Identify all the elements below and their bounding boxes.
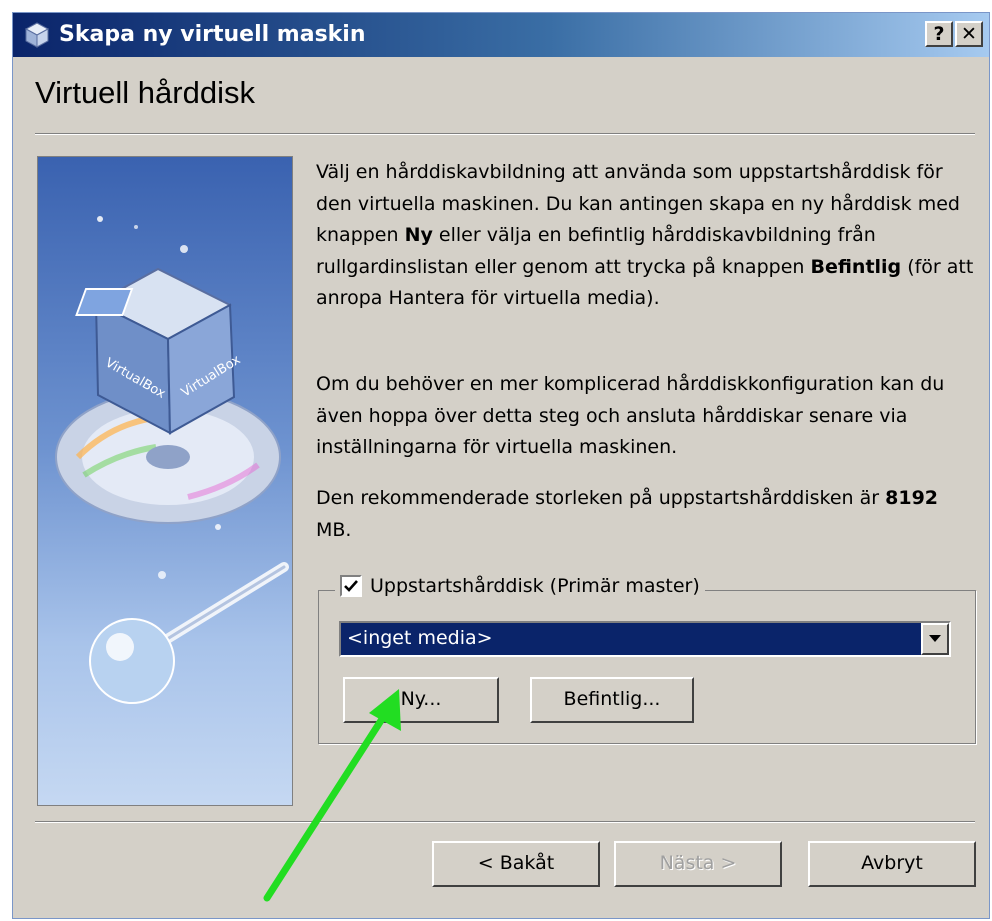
green-arrow-icon — [263, 689, 401, 902]
existing-disk-button[interactable]: Befintlig... — [530, 677, 694, 723]
window-title: Skapa ny virtuell maskin — [59, 22, 366, 47]
header-divider — [35, 133, 975, 135]
media-select-dropdown-button[interactable] — [921, 623, 949, 655]
close-button[interactable]: ✕ — [955, 21, 983, 47]
boot-disk-checkbox[interactable] — [340, 575, 362, 597]
next-button[interactable]: Nästa > — [614, 841, 782, 887]
recommended-size-text: Den rekommenderade storleken på uppstart… — [316, 487, 939, 541]
description-intro: Välj en hårddiskavbildning att använda s… — [316, 161, 974, 309]
title-bar[interactable]: Skapa ny virtuell maskin ? ✕ — [13, 13, 989, 57]
checkmark-icon — [344, 580, 358, 592]
media-select-value: <inget media> — [347, 627, 493, 649]
media-select[interactable]: <inget media> — [339, 621, 951, 657]
boot-disk-checkbox-row[interactable]: Uppstartshårddisk (Primär master) — [335, 575, 705, 597]
virtualbox-cube-icon — [24, 22, 50, 48]
cancel-button[interactable]: Avbryt — [808, 841, 976, 887]
dialog-window: Skapa ny virtuell maskin ? ✕ Virtuell hå… — [12, 12, 990, 919]
chevron-down-icon — [929, 635, 941, 642]
description-advanced: Om du behöver en mer komplicerad hårddis… — [316, 373, 945, 458]
page-title: Virtuell hårddisk — [35, 75, 255, 110]
footer-divider — [35, 821, 975, 823]
back-button[interactable]: < Bakåt — [432, 841, 600, 887]
help-button[interactable]: ? — [925, 21, 953, 47]
boot-disk-label: Uppstartshårddisk (Primär master) — [370, 575, 700, 597]
